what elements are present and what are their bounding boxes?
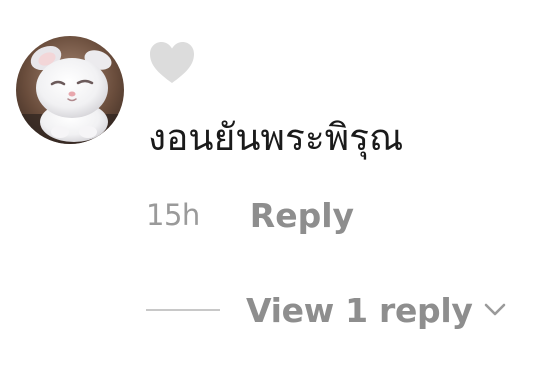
- like-button[interactable]: [148, 40, 196, 86]
- view-replies-button[interactable]: View 1 reply: [146, 288, 507, 332]
- chevron-down-icon: [483, 298, 507, 322]
- comment-item: งอนยันพระพิรุณ 15h Reply View 1 reply: [0, 0, 535, 389]
- reply-button[interactable]: Reply: [250, 196, 354, 235]
- comment-text: งอนยันพระพิรุณ: [148, 116, 404, 159]
- heart-outline-icon: [150, 42, 194, 83]
- comment-timestamp: 15h: [146, 198, 200, 232]
- view-replies-label: View 1 reply: [246, 290, 473, 330]
- replies-divider: [146, 309, 220, 311]
- avatar[interactable]: [16, 36, 124, 144]
- white-cat-avatar-icon: [16, 36, 124, 144]
- comment-meta: 15h Reply: [146, 194, 354, 236]
